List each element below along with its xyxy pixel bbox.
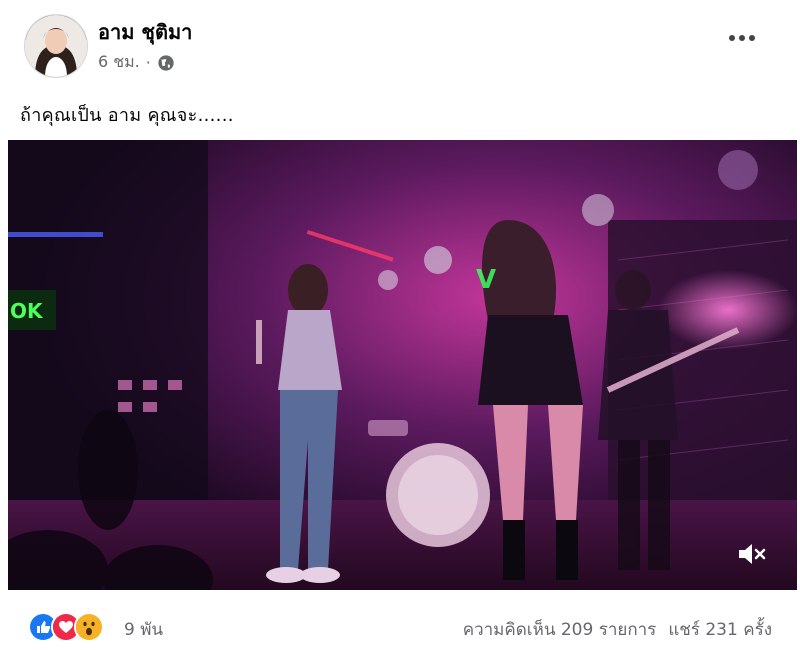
- video-frame: OK V: [8, 140, 797, 590]
- wow-icon: [74, 612, 104, 642]
- post-footer: 9 พัน ความคิดเห็น 209 รายการ แชร์ 231 คร…: [0, 600, 800, 650]
- svg-text:OK: OK: [10, 299, 44, 323]
- author-name[interactable]: อาม ชุติมา: [98, 16, 192, 48]
- post-caption: ถ้าคุณเป็น อาม คุณจะ......: [20, 105, 234, 126]
- globe-icon: [157, 54, 175, 72]
- post-time[interactable]: 6 ชม.: [98, 50, 140, 75]
- speaker-muted-icon[interactable]: [735, 538, 767, 570]
- post-meta: 6 ชม. ·: [98, 50, 175, 75]
- author-avatar[interactable]: [24, 14, 88, 78]
- comments-count[interactable]: ความคิดเห็น 209 รายการ: [463, 616, 657, 643]
- shares-count[interactable]: แชร์ 231 ครั้ง: [668, 616, 772, 643]
- post-stats: ความคิดเห็น 209 รายการ แชร์ 231 ครั้ง: [463, 616, 772, 643]
- facebook-post: อาม ชุติมา 6 ชม. · ถ้าคุณเป็น อาม คุณจะ.…: [0, 0, 800, 650]
- meta-separator: ·: [145, 53, 151, 72]
- more-options-icon[interactable]: [724, 26, 760, 50]
- video-player[interactable]: OK V: [8, 140, 797, 590]
- reaction-icons[interactable]: [28, 612, 104, 642]
- svg-text:V: V: [476, 265, 496, 295]
- reaction-count[interactable]: 9 พัน: [124, 616, 163, 643]
